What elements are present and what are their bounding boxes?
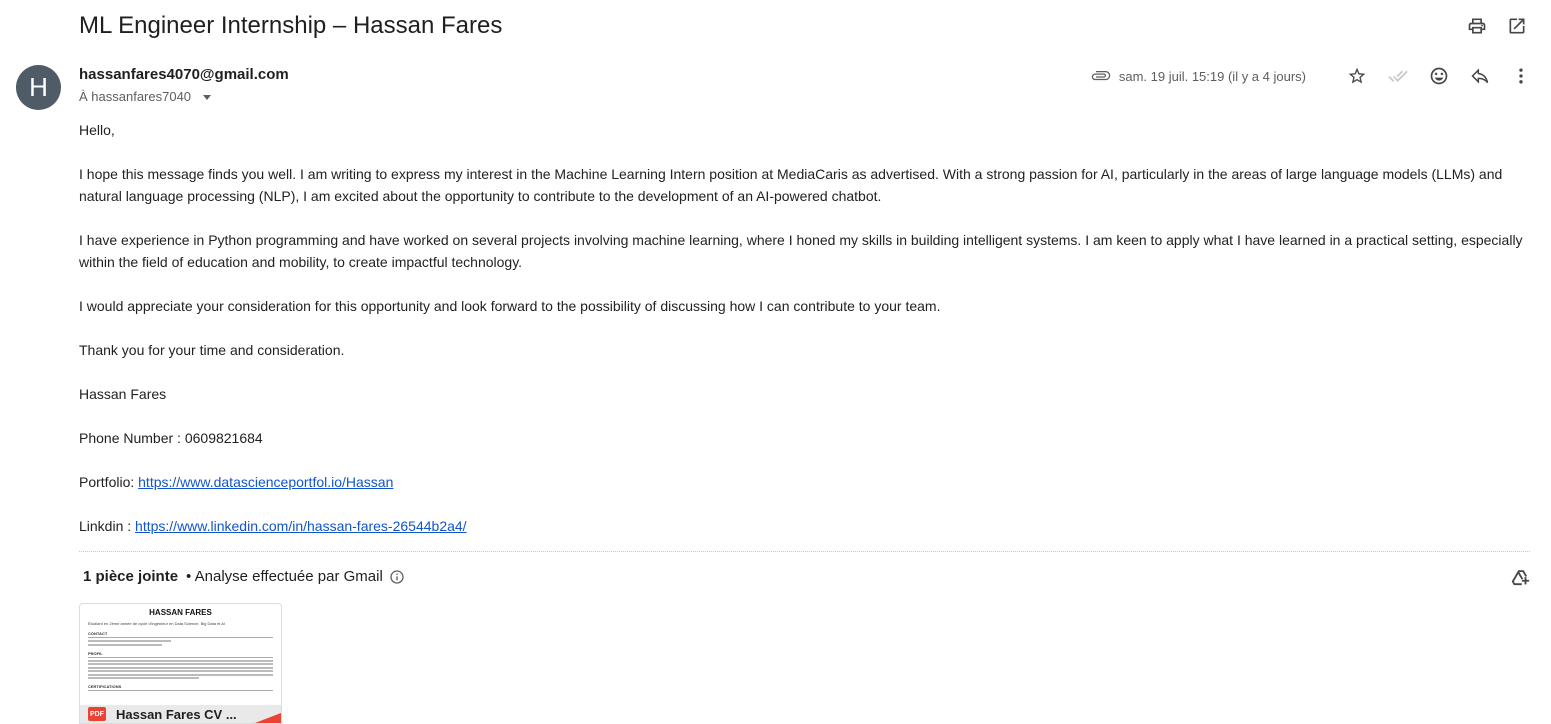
portfolio-label: Portfolio: — [79, 474, 139, 490]
avatar[interactable]: H — [16, 65, 61, 110]
emoji-icon[interactable] — [1427, 64, 1451, 88]
recipient-line: À hassanfares7040 — [79, 89, 212, 104]
thumb-subtitle: Étudiant en 2ème année de cycle d'ingéni… — [88, 621, 226, 626]
attachment-thumbnail: HASSAN FARES Étudiant en 2ème année de c… — [80, 604, 281, 695]
print-icon[interactable] — [1465, 14, 1489, 38]
attachment-card[interactable]: HASSAN FARES Étudiant en 2ème année de c… — [79, 603, 282, 724]
double-check-icon — [1386, 64, 1410, 88]
info-icon[interactable] — [389, 569, 405, 585]
linkedin-line: Linkdin : https://www.linkedin.com/in/ha… — [79, 515, 1529, 537]
star-icon[interactable] — [1345, 64, 1369, 88]
message-date: sam. 19 juil. 15:19 (il y a 4 jours) — [1118, 68, 1306, 84]
attachment-name: Hassan Fares CV ... — [116, 706, 237, 722]
add-to-drive-icon[interactable] — [1509, 567, 1531, 594]
paperclip-icon — [1091, 66, 1111, 86]
phone-line: Phone Number : 0609821684 — [79, 430, 263, 446]
linkedin-label: Linkdin : — [79, 518, 136, 534]
email-subject: ML Engineer Internship – Hassan Fares — [79, 12, 503, 39]
paragraph-2: I have experience in Python programming … — [79, 232, 1523, 270]
divider — [79, 551, 1530, 552]
paragraph-3: I would appreciate your consideration fo… — [79, 298, 941, 314]
top-actions — [1465, 14, 1529, 38]
thumb-title: HASSAN FARES — [149, 608, 212, 617]
open-in-new-icon[interactable] — [1505, 14, 1529, 38]
message-meta: sam. 19 juil. 15:19 (il y a 4 jours) — [1091, 64, 1533, 88]
more-vert-icon[interactable] — [1509, 64, 1533, 88]
portfolio-line: Portfolio: https://www.datascienceportfo… — [79, 471, 1529, 493]
scan-label: • Analyse effectuée par Gmail — [186, 568, 383, 585]
paragraph-1: I hope this message finds you well. I am… — [79, 166, 1503, 204]
pdf-icon: PDF — [88, 707, 106, 721]
thumb-contact-heading: CONTACT — [88, 631, 273, 638]
email-body: Hello, I hope this message finds you wel… — [79, 119, 1529, 559]
chevron-down-icon[interactable] — [203, 95, 212, 100]
portfolio-link[interactable]: https://www.datascienceportfol.io/Hassan — [138, 474, 393, 490]
thumb-profile-heading: PROFIL — [88, 651, 273, 658]
linkedin-link[interactable]: https://www.linkedin.com/in/hassan-fares… — [135, 518, 467, 534]
sender-email[interactable]: hassanfares4070@gmail.com — [79, 66, 289, 83]
recipient-label: À hassanfares7040 — [79, 89, 192, 104]
reply-icon[interactable] — [1468, 64, 1492, 88]
thumb-contact-lines — [88, 640, 273, 646]
attachment-count: 1 pièce jointe — [83, 568, 179, 585]
signature-name: Hassan Fares — [79, 386, 167, 402]
pdf-corner-icon — [255, 713, 281, 723]
attachments-header: 1 pièce jointe • Analyse effectuée par G… — [83, 568, 405, 585]
thumb-certs-heading: CERTIFICATIONS — [88, 684, 273, 691]
thumb-profile-lines — [88, 659, 273, 679]
attachment-footer: PDF Hassan Fares CV ... — [80, 705, 281, 723]
greeting: Hello, — [79, 122, 115, 138]
paragraph-4: Thank you for your time and consideratio… — [79, 342, 345, 358]
